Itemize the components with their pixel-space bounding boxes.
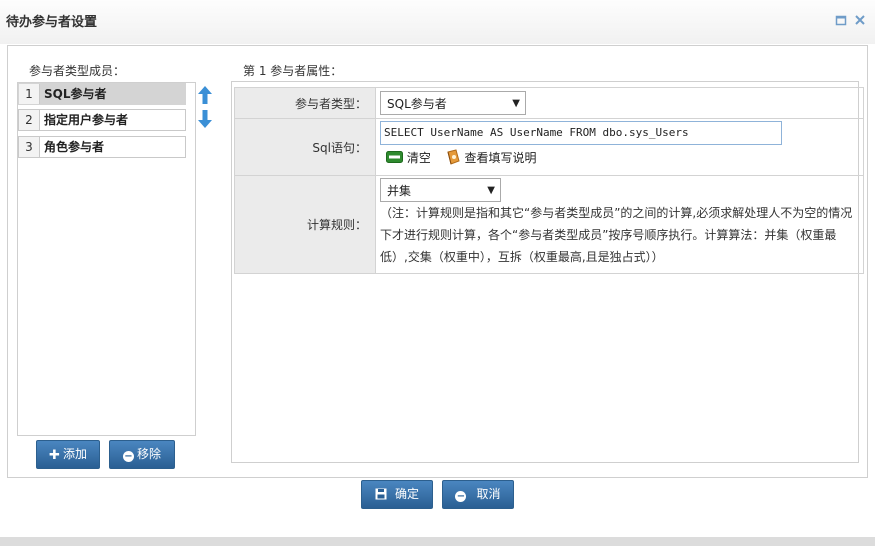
list-item-number: 3 xyxy=(19,137,40,157)
plus-icon: ✚ xyxy=(49,448,60,463)
list-item-sql[interactable]: 1 SQL参与者 xyxy=(18,83,186,105)
remove-button-label: 移除 xyxy=(136,447,161,461)
properties-header: 第 1 参与者属性： xyxy=(243,64,343,78)
confirm-button[interactable]: 确定 xyxy=(361,480,433,509)
list-item-number: 1 xyxy=(19,84,40,104)
properties-table: 参与者类型： SQL参与者 ▼ Sql语句： SELECT UserName A… xyxy=(234,87,864,274)
minus-circle-icon: − xyxy=(455,491,467,502)
remove-member-button[interactable]: − 移除 xyxy=(109,440,175,469)
chevron-down-icon: ▼ xyxy=(487,185,495,196)
sql-input[interactable]: SELECT UserName AS UserName FROM dbo.sys… xyxy=(380,121,782,145)
maximize-icon[interactable] xyxy=(834,14,848,28)
sql-label: Sql语句： xyxy=(234,118,376,176)
member-list: 1 SQL参与者 2 指定用户参与者 3 角色参与者 xyxy=(17,82,196,436)
dialog-title: 待办参与者设置 xyxy=(6,15,98,30)
rule-label: 计算规则： xyxy=(234,175,376,274)
list-item-label: SQL参与者 xyxy=(44,87,107,101)
rule-select-value: 并集 xyxy=(387,184,412,198)
list-item-label: 角色参与者 xyxy=(44,140,105,154)
rule-note: （注：计算规则是指和其它“参与者类型成员”的之间的计算,必须求解处理人不为空的情… xyxy=(380,206,853,264)
arrow-up-icon[interactable] xyxy=(197,86,213,104)
clear-icon xyxy=(386,151,403,163)
member-list-header: 参与者类型成员： xyxy=(29,64,126,78)
arrow-down-icon[interactable] xyxy=(197,110,213,128)
minus-circle-icon: − xyxy=(122,451,134,462)
type-label: 参与者类型： xyxy=(234,87,376,119)
add-member-button[interactable]: ✚ 添加 xyxy=(36,440,100,469)
participant-type-select[interactable]: SQL参与者 ▼ xyxy=(380,91,526,115)
type-select-value: SQL参与者 xyxy=(387,97,447,111)
help-book-icon xyxy=(447,149,460,165)
cancel-label: 取消 xyxy=(476,487,501,501)
participant-settings-dialog: 待办参与者设置 参与者类型成员： 1 SQL参与者 2 指定用户参与者 3 角色参与者… xyxy=(0,0,875,546)
list-item-user[interactable]: 2 指定用户参与者 xyxy=(18,109,186,131)
help-label: 查看填写说明 xyxy=(464,151,537,165)
clear-sql-link[interactable]: 清空 xyxy=(386,149,431,166)
calculation-rule-select[interactable]: 并集 ▼ xyxy=(380,178,501,202)
list-item-role[interactable]: 3 角色参与者 xyxy=(18,136,186,158)
help-link[interactable]: 查看填写说明 xyxy=(445,149,537,166)
chevron-down-icon: ▼ xyxy=(512,98,520,109)
list-item-number: 2 xyxy=(19,110,40,130)
add-button-label: 添加 xyxy=(62,447,87,461)
bottom-bar xyxy=(0,537,875,546)
close-icon[interactable] xyxy=(853,14,867,28)
cancel-button[interactable]: − 取消 xyxy=(442,480,514,509)
confirm-label: 确定 xyxy=(394,487,419,501)
save-icon xyxy=(375,483,387,509)
title-bar: 待办参与者设置 xyxy=(0,0,875,44)
list-item-label: 指定用户参与者 xyxy=(44,113,129,127)
clear-label: 清空 xyxy=(406,151,431,165)
